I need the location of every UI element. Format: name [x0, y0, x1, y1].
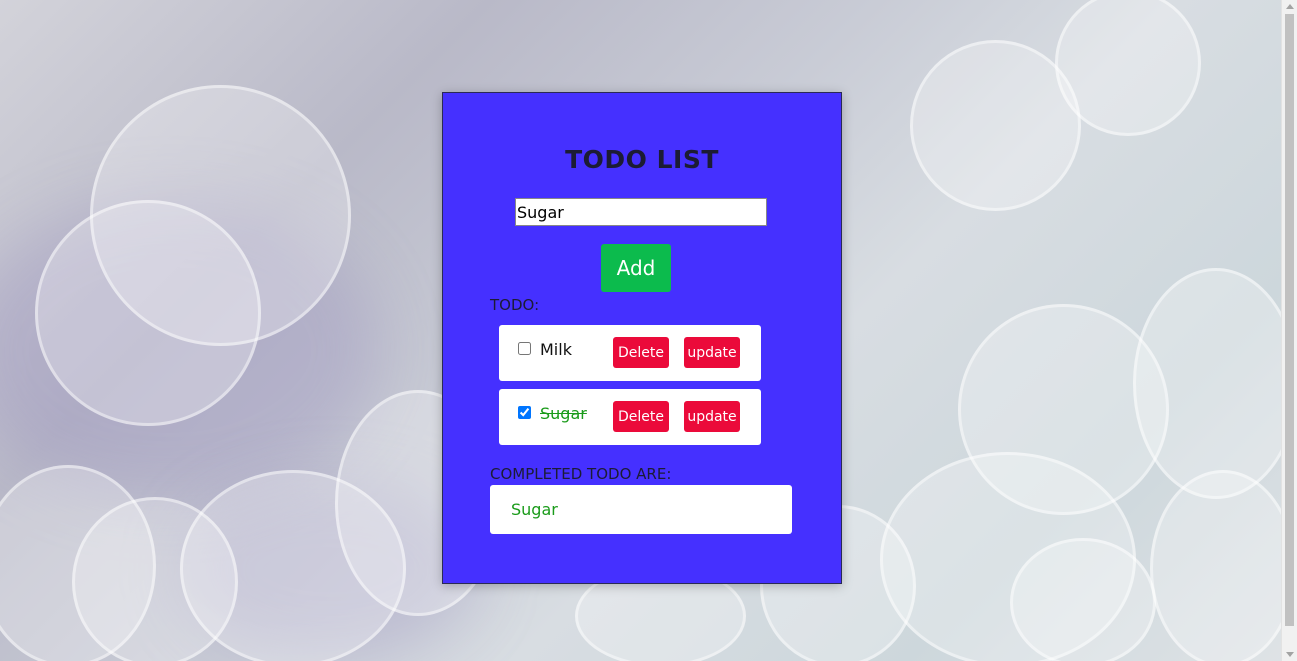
todo-item: Sugar Delete update — [499, 389, 761, 445]
background-bokeh — [0, 465, 156, 661]
update-button[interactable]: update — [684, 337, 740, 368]
page-scrollbar[interactable] — [1281, 0, 1297, 661]
background-bokeh — [1055, 0, 1201, 136]
todo-item: Milk Delete update — [499, 325, 761, 381]
background-bokeh — [1150, 470, 1296, 661]
background-bokeh — [1010, 538, 1156, 661]
todo-input[interactable] — [515, 198, 767, 226]
background-haze — [0, 200, 380, 500]
background-bokeh — [880, 452, 1136, 661]
todo-item-text: Milk — [540, 340, 572, 359]
completed-list: Sugar — [490, 485, 792, 534]
todo-checkbox[interactable] — [518, 342, 531, 355]
page-title: TODO LIST — [565, 145, 719, 174]
add-button[interactable]: Add — [601, 244, 671, 292]
background-bokeh — [958, 304, 1169, 515]
update-button[interactable]: update — [684, 401, 740, 432]
background-bokeh — [910, 40, 1081, 211]
scroll-down-arrow-icon[interactable] — [1286, 652, 1294, 657]
todo-item-text: Sugar — [540, 404, 587, 423]
delete-button[interactable]: Delete — [613, 337, 669, 368]
background-haze — [180, 480, 480, 660]
background-bokeh — [35, 200, 261, 426]
delete-button[interactable]: Delete — [613, 401, 669, 432]
background-bokeh — [180, 470, 406, 661]
scroll-up-arrow-icon[interactable] — [1286, 4, 1294, 9]
scrollbar-thumb[interactable] — [1285, 14, 1294, 626]
completed-item: Sugar — [511, 500, 558, 519]
background-bokeh — [72, 497, 238, 661]
background-bokeh — [1133, 268, 1297, 499]
todo-card: TODO LIST Add TODO: Milk Delete update S… — [442, 92, 842, 584]
completed-section-label: COMPLETED TODO ARE: — [490, 465, 672, 483]
todo-checkbox[interactable] — [518, 406, 531, 419]
todo-section-label: TODO: — [490, 296, 540, 314]
background-bokeh — [90, 85, 351, 346]
